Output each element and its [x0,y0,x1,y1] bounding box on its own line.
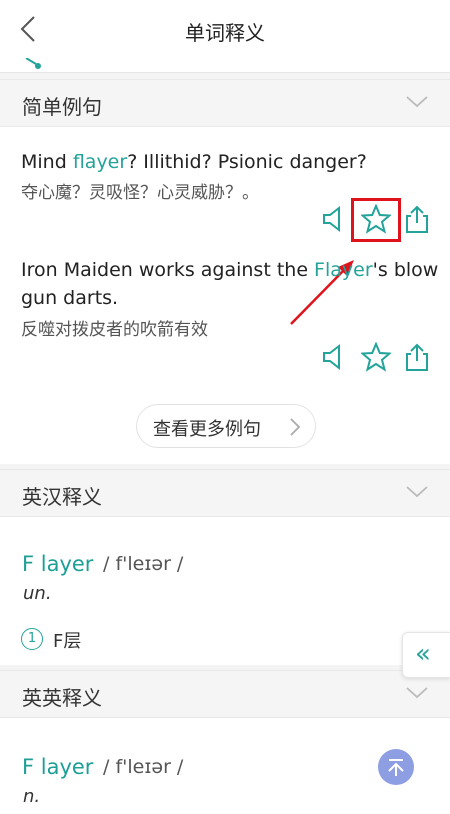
section-title: 英英释义 [22,686,102,710]
more-examples-button[interactable]: 查看更多例句 [136,404,316,448]
arrow-up-icon [388,759,404,776]
side-panel-toggle[interactable]: « [402,632,450,678]
example-sentence-zh: 夺心魔？灵吸怪？心灵威胁？。 [21,183,259,203]
part-of-speech: n. [23,786,41,807]
chevron-down-icon[interactable] [406,685,428,701]
section-header-en-cn[interactable]: 英汉释义 [0,469,450,517]
section-title: 简单例句 [22,95,102,119]
example-actions [320,342,440,376]
example-sentence-en: Mind flayer? Illithid? Psionic danger? [21,148,441,176]
speaker-icon[interactable] [320,204,350,234]
partial-icon [25,58,41,69]
speaker-icon[interactable] [320,342,350,372]
phonetic: / f'leɪər / [103,553,184,575]
highlight-box [351,198,401,242]
chevron-down-icon[interactable] [406,94,428,110]
sense-number: 1 [21,628,43,650]
chevron-down-icon[interactable] [406,484,428,500]
example-sentence-zh: 反噬对拨皮者的吹箭有效 [21,320,208,340]
page-title: 单词释义 [185,21,265,45]
highlighted-word[interactable]: Flayer [314,259,373,281]
double-chevron-left-icon: « [415,639,431,669]
back-to-top-button[interactable] [378,749,414,785]
part-of-speech: un. [23,583,52,604]
sentence-text: Iron Maiden works against the [21,259,315,281]
section-header-en-en[interactable]: 英英释义 [0,670,450,718]
highlighted-word[interactable]: flayer [73,151,127,173]
phonetic: / f'leɪər / [103,756,184,778]
sense-text: F层 [53,631,82,652]
top-bar: 单词释义 [0,0,450,58]
headword: F layer [22,552,94,576]
example-sentence-en: Iron Maiden works against the Flayer's b… [21,256,441,312]
section-header-simple-examples[interactable]: 简单例句 [0,79,450,127]
share-icon[interactable] [402,342,432,372]
share-icon[interactable] [402,204,432,234]
sentence-text: Mind [21,151,73,173]
more-examples-label: 查看更多例句 [153,419,261,440]
section-title: 英汉释义 [22,485,102,509]
sentence-text: ? Illithid? Psionic danger? [127,151,367,173]
chevron-right-icon [290,418,301,436]
headword: F layer [22,755,94,779]
star-icon[interactable] [361,342,391,372]
